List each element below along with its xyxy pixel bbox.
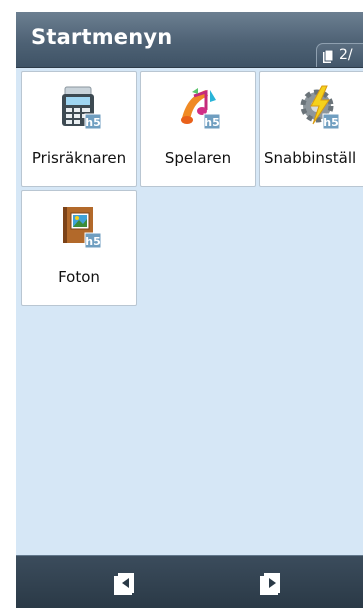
app-tile-prisraknaren[interactable]: h5 Prisräknaren: [21, 71, 137, 187]
app-label-spelaren: Spelaren: [164, 149, 232, 167]
h5-badge: h5: [85, 235, 101, 248]
device-screen: Startmenyn 2/ h5 Prisräknaren h5 Spelare…: [16, 12, 363, 608]
h5-badge: h5: [204, 116, 220, 129]
music-player-icon: h5: [181, 88, 221, 130]
app-tile-snabbinstall[interactable]: h5 Snabbinställ: [259, 71, 363, 187]
gear-lightning-icon: h5: [300, 85, 340, 130]
page-title: Startmenyn: [31, 25, 173, 49]
title-bar: Startmenyn 2/: [16, 12, 363, 68]
app-label-snabbinstall: Snabbinställ: [264, 149, 357, 167]
next-page-icon[interactable]: [258, 570, 284, 596]
page-indicator-tab[interactable]: 2/: [316, 43, 363, 67]
h5-badge: h5: [85, 116, 101, 129]
bottom-nav-bar: [16, 555, 363, 608]
calculator-icon: h5: [62, 86, 102, 130]
pages-icon: [323, 50, 334, 63]
photo-album-icon: h5: [63, 207, 102, 249]
page-indicator-text: 2/: [339, 47, 353, 63]
previous-page-icon[interactable]: [112, 570, 138, 596]
app-grid: h5 Prisräknaren h5 Spelaren h5 Snabbinst…: [16, 68, 363, 555]
app-label-prisraknaren: Prisräknaren: [31, 149, 127, 167]
app-label-foton: Foton: [58, 268, 100, 286]
app-tile-spelaren[interactable]: h5 Spelaren: [140, 71, 256, 187]
h5-badge: h5: [323, 116, 339, 129]
app-tile-foton[interactable]: h5 Foton: [21, 190, 137, 306]
